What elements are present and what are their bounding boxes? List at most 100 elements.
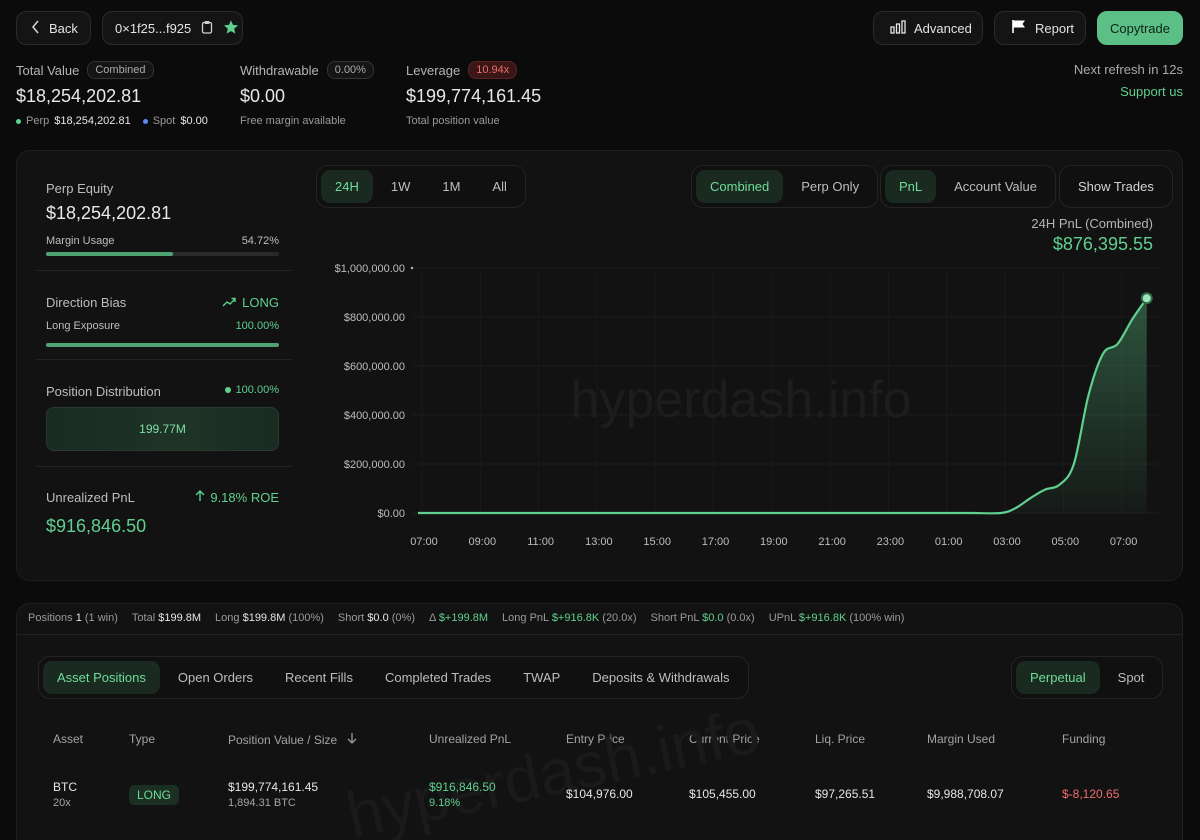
tab-twap[interactable]: TWAP	[509, 661, 574, 694]
roe-indicator: 9.18% ROE	[180, 490, 279, 505]
x-tick-label: 03:00	[993, 536, 1021, 548]
upnl-sub: (100% win)	[849, 612, 905, 624]
report-button[interactable]: Report	[994, 11, 1086, 45]
stats-divider	[17, 634, 1182, 635]
pnl-endpoint[interactable]	[1140, 292, 1153, 305]
y-tick-label: $0.00	[377, 508, 405, 520]
long-sub: (100%)	[288, 612, 324, 624]
col-position-value[interactable]: Position Value / Size	[228, 732, 357, 747]
margin-used: $9,988,708.07	[927, 787, 1004, 801]
short-pnl-label: Short PnL	[650, 612, 700, 624]
leverage-label: Leverage	[406, 62, 461, 78]
perp-value: $18,254,202.81	[54, 115, 131, 127]
position-distribution-bar[interactable]: 199.77M	[46, 407, 279, 451]
long-pnl-sub: (20.0x)	[602, 612, 637, 624]
upnl-label: UPnL	[768, 612, 796, 624]
panel-divider	[36, 359, 293, 360]
range-1w[interactable]: 1W	[377, 170, 425, 203]
range-24h[interactable]: 24H	[321, 170, 373, 203]
market-tab-spot[interactable]: Spot	[1104, 661, 1159, 694]
liq-price: $97,265.51	[815, 787, 876, 801]
row-upnl: $916,846.50	[429, 780, 496, 794]
pnl-chart[interactable]: $0.00 $200,000.00 $400,000.00 $600,000.00 $8…	[316, 255, 1166, 555]
margin-usage-fill	[46, 252, 174, 256]
withdrawable-label: Withdrawable	[240, 62, 319, 78]
time-range-selector: 24H 1W 1M All	[316, 165, 526, 208]
asset-name: BTC	[53, 780, 77, 794]
perp-equity-value: $18,254,202.81	[46, 203, 172, 223]
metric-selector: PnL Account Value	[880, 165, 1057, 208]
perp-label: Perp	[26, 115, 50, 127]
positions-card	[16, 603, 1183, 840]
market-tabs: Perpetual Spot	[1011, 656, 1164, 699]
back-button[interactable]: Back	[16, 11, 91, 45]
y-tick-label: $1,000,000.00	[335, 263, 405, 275]
tab-completed-trades[interactable]: Completed Trades	[371, 661, 505, 694]
col-position-value-label: Position Value / Size	[228, 732, 338, 747]
col-unrealized-pnl[interactable]: Unrealized PnL	[429, 732, 511, 746]
total-value-label: Total Value	[16, 62, 80, 78]
tab-open-orders[interactable]: Open Orders	[164, 661, 267, 694]
col-asset[interactable]: Asset	[53, 732, 83, 746]
long-dot-icon	[224, 387, 231, 393]
position-distribution-value: 199.77M	[139, 422, 186, 436]
short-pnl-sub: (0.0x)	[726, 612, 755, 624]
withdrawable-block: Withdrawable 0.00% $0.00 Free margin ava…	[240, 61, 390, 127]
axis-dot	[410, 266, 414, 270]
position-size: 1,894.31 BTC	[228, 797, 296, 809]
long-exposure-bar	[46, 343, 279, 347]
position-value: $199,774,161.45	[228, 780, 319, 794]
direction-bias-label: Direction Bias	[46, 295, 127, 310]
col-type[interactable]: Type	[129, 732, 155, 746]
entry-price: $104,976.00	[566, 787, 633, 801]
support-link[interactable]: Support us	[1120, 84, 1183, 99]
unrealized-roe: 9.18% ROE	[210, 490, 279, 505]
col-liq-price[interactable]: Liq. Price	[815, 732, 865, 746]
tab-asset-positions[interactable]: Asset Positions	[43, 661, 160, 694]
panel-divider	[36, 270, 293, 271]
pnl-title: 24H PnL (Combined)	[1031, 216, 1153, 231]
leverage-value: $199,774,161.45	[406, 86, 542, 106]
withdrawable-sub: Free margin available	[240, 115, 346, 127]
mode-perp-only[interactable]: Perp Only	[787, 170, 873, 203]
leverage-sub: Total position value	[406, 115, 500, 127]
copytrade-button[interactable]: Copytrade	[1097, 11, 1183, 45]
position-distribution-pct-wrap: 100.00%	[210, 384, 279, 396]
show-trades-button[interactable]: Show Trades	[1059, 165, 1173, 208]
long-label: Long	[215, 612, 240, 624]
advanced-label: Advanced	[914, 20, 972, 36]
long-value: $199.8M	[242, 612, 286, 624]
total-value-block: Total Value Combined $18,254,202.81 Perp…	[16, 61, 226, 127]
delta-label: Δ	[429, 612, 436, 624]
direction-bias-value: LONG	[242, 295, 279, 310]
x-tick-label: 13:00	[585, 536, 613, 548]
position-tabs: Asset Positions Open Orders Recent Fills Co…	[38, 656, 749, 699]
long-exposure-fill	[46, 343, 279, 347]
long-pnl-value: $+916.8K	[551, 612, 600, 624]
range-1m[interactable]: 1M	[428, 170, 474, 203]
star-icon[interactable]	[223, 19, 239, 38]
market-tab-perpetual[interactable]: Perpetual	[1016, 661, 1100, 694]
metric-account-value[interactable]: Account Value	[940, 170, 1051, 203]
long-exposure-label: Long Exposure	[46, 320, 120, 332]
spot-label: Spot	[152, 115, 176, 127]
tab-recent-fills[interactable]: Recent Fills	[271, 661, 367, 694]
col-funding[interactable]: Funding	[1062, 732, 1105, 746]
total-value-stat: $199.8M	[158, 612, 202, 624]
sort-arrow-down-icon[interactable]	[347, 732, 357, 747]
range-all[interactable]: All	[478, 170, 520, 203]
y-tick-label: $800,000.00	[344, 312, 405, 324]
unrealized-pnl-label: Unrealized PnL	[46, 490, 135, 505]
x-tick-label: 11:00	[527, 536, 554, 548]
delta-value: $+199.8M	[438, 612, 489, 624]
advanced-button[interactable]: Advanced	[873, 11, 983, 45]
report-label: Report	[1035, 20, 1075, 36]
address-chip[interactable]: 0×1f25...f925	[102, 11, 243, 45]
refresh-status: Next refresh in 12s	[1073, 62, 1183, 77]
mode-combined[interactable]: Combined	[696, 170, 784, 203]
copy-icon[interactable]	[201, 20, 213, 37]
metric-pnl[interactable]: PnL	[885, 170, 937, 203]
tab-deposits-withdrawals[interactable]: Deposits & Withdrawals	[578, 661, 743, 694]
col-margin-used[interactable]: Margin Used	[927, 732, 995, 746]
x-tick-label: 09:00	[469, 536, 497, 548]
